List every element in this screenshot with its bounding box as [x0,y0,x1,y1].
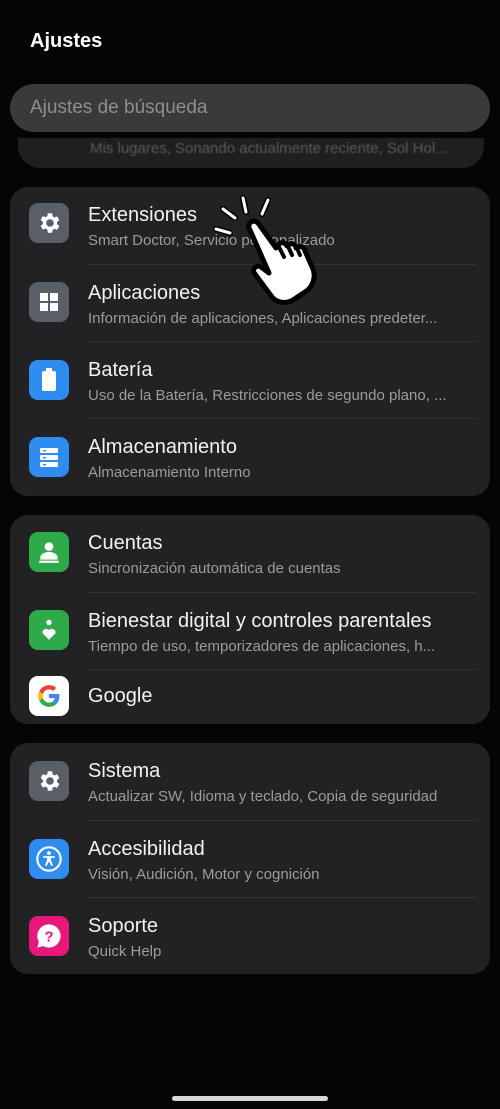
settings-item-subtitle: Visión, Audición, Motor y cognición [88,866,320,883]
settings-item-cuentas[interactable]: Cuentas Sincronización automática de cue… [10,515,490,592]
settings-item-subtitle: Almacenamiento Interno [88,464,251,481]
settings-item-sistema[interactable]: Sistema Actualizar SW, Idioma y teclado,… [10,743,490,820]
settings-item-accesibilidad[interactable]: Accesibilidad Visión, Audición, Motor y … [10,820,490,897]
peek-text: Mis lugares, Sonando actualmente recient… [90,140,448,157]
settings-item-subtitle: Información de aplicaciones, Aplicacione… [88,310,438,327]
settings-item-label: Cuentas [88,532,163,554]
apps-grid-icon [29,282,69,322]
settings-item-label: Aplicaciones [88,282,201,304]
settings-item-label: Accesibilidad [88,838,205,860]
battery-icon [29,360,69,400]
settings-item-subtitle: Actualizar SW, Idioma y teclado, Copia d… [88,788,438,805]
settings-item-soporte[interactable]: ? Soporte Quick Help [10,897,490,974]
settings-item-label: Almacenamiento [88,436,237,458]
settings-item-bienestar[interactable]: Bienestar digital y controles parentales… [10,592,490,669]
page-title: Ajustes [30,30,103,52]
search-placeholder: Ajustes de búsqueda [30,97,208,118]
settings-group-accounts: Cuentas Sincronización automática de cue… [10,515,490,724]
settings-item-subtitle: Sincronización automática de cuentas [88,560,341,577]
settings-item-subtitle: Uso de la Batería, Restricciones de segu… [88,387,447,404]
settings-item-label: Sistema [88,760,161,782]
accessibility-icon [29,839,69,879]
svg-text:?: ? [44,928,53,945]
storage-icon [29,437,69,477]
settings-item-label: Extensiones [88,204,197,226]
wellbeing-icon [29,610,69,650]
settings-item-label: Google [88,685,153,707]
tap-hand-icon [210,192,340,307]
settings-item-bateria[interactable]: Batería Uso de la Batería, Restricciones… [10,341,490,418]
account-icon [29,532,69,572]
settings-item-google[interactable]: Google [10,669,490,724]
settings-item-label: Batería [88,359,153,381]
gear-icon [29,761,69,801]
collapsed-card-peek: Mis lugares, Sonando actualmente recient… [18,138,484,168]
settings-item-almacenamiento[interactable]: Almacenamiento Almacenamiento Interno [10,418,490,495]
settings-item-subtitle: Quick Help [88,943,162,960]
settings-item-subtitle: Tiempo de uso, temporizadores de aplicac… [88,638,436,655]
home-gesture-bar[interactable] [172,1096,328,1101]
google-icon [29,676,69,716]
settings-group-system: Sistema Actualizar SW, Idioma y teclado,… [10,743,490,974]
help-icon: ? [29,916,69,956]
settings-item-label: Soporte [88,915,159,937]
gear-icon [29,203,69,243]
search-input[interactable]: Ajustes de búsqueda [10,84,490,132]
settings-item-label: Bienestar digital y controles parentales [88,610,432,632]
